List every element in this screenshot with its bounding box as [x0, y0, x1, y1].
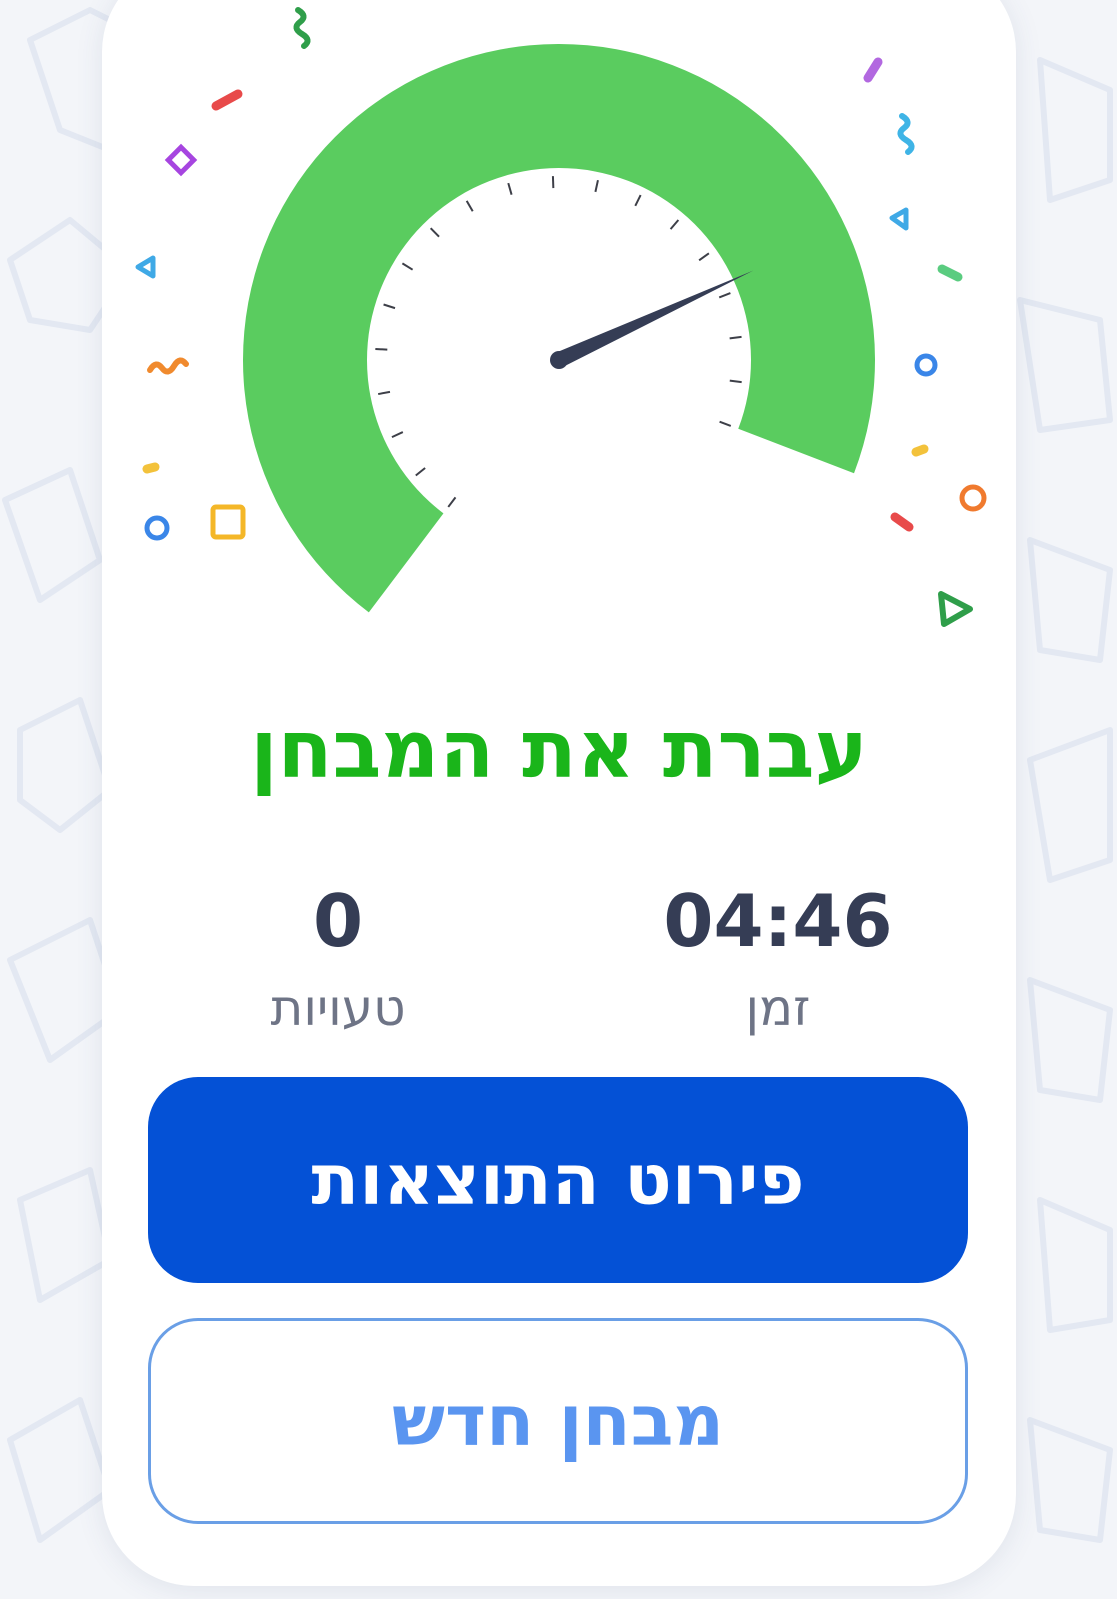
confetti-dash-icon [937, 264, 963, 282]
gauge-tick [634, 194, 642, 207]
time-label: זמן [745, 979, 811, 1037]
gauge-needle [555, 270, 754, 368]
gauge-tick [401, 262, 414, 271]
gauge-tick [698, 252, 710, 262]
results-details-label: פירוט התוצאות [311, 1139, 805, 1221]
gauge-tick [729, 335, 742, 340]
confetti-squiggle-icon [147, 357, 189, 375]
gauge-tick [377, 390, 391, 396]
confetti-dash-icon [211, 89, 243, 111]
new-test-label: מבחן חדש [391, 1380, 725, 1462]
gauge-tick [729, 379, 742, 384]
bg-arrow-shape [1027, 977, 1113, 1103]
gauge-tick [507, 182, 513, 195]
gauge-tick [719, 420, 732, 427]
confetti-dash-icon [890, 512, 914, 532]
confetti-squiggle-icon [897, 113, 915, 155]
gauge-tick [429, 227, 440, 238]
confetti-triangle-icon [889, 207, 909, 231]
confetti-square-icon [210, 504, 246, 540]
gauge-tick [718, 292, 731, 299]
confetti-dash-icon [911, 444, 929, 457]
time-stat: 04:46 זמן [628, 880, 928, 1038]
confetti-squiggle-icon [293, 7, 311, 49]
score-gauge [135, 7, 987, 627]
bg-arrow-shape [17, 697, 113, 833]
confetti-dash-icon [863, 57, 883, 83]
confetti-dash-icon [142, 462, 160, 474]
confetti-circle-icon [959, 484, 987, 512]
bg-arrow-shape [1027, 727, 1113, 883]
confetti-diamond-icon [164, 143, 198, 177]
gauge-tick [447, 496, 457, 508]
gauge-tick [594, 179, 599, 193]
gauge-arc [242, 43, 876, 613]
results-details-button[interactable]: פירוט התוצאות [148, 1077, 968, 1283]
result-title: עברת את המבחן [250, 703, 868, 796]
confetti-circle-icon [914, 353, 938, 377]
gauge-tick [383, 303, 396, 310]
new-test-button[interactable]: מבחן חדש [148, 1318, 968, 1524]
bg-arrow-shape [1037, 1197, 1113, 1333]
errors-label: טעויות [270, 979, 406, 1037]
gauge-tick [415, 467, 426, 477]
errors-stat: 0 טעויות [188, 880, 488, 1038]
gauge-tick [465, 200, 474, 212]
confetti-circle-icon [144, 515, 170, 541]
time-value: 04:46 [663, 879, 893, 963]
gauge-tick [375, 347, 388, 351]
bg-arrow-shape [17, 1167, 113, 1303]
gauge-tick [391, 431, 404, 439]
bg-arrow-shape [1027, 1417, 1113, 1543]
gauge-tick [669, 219, 680, 230]
confetti-triangle-icon [938, 591, 973, 627]
gauge-needle-hub [550, 351, 568, 369]
bg-arrow-shape [7, 1397, 113, 1543]
errors-value: 0 [312, 879, 364, 963]
gauge-ticks [375, 176, 742, 508]
confetti-triangle-icon [135, 255, 156, 279]
